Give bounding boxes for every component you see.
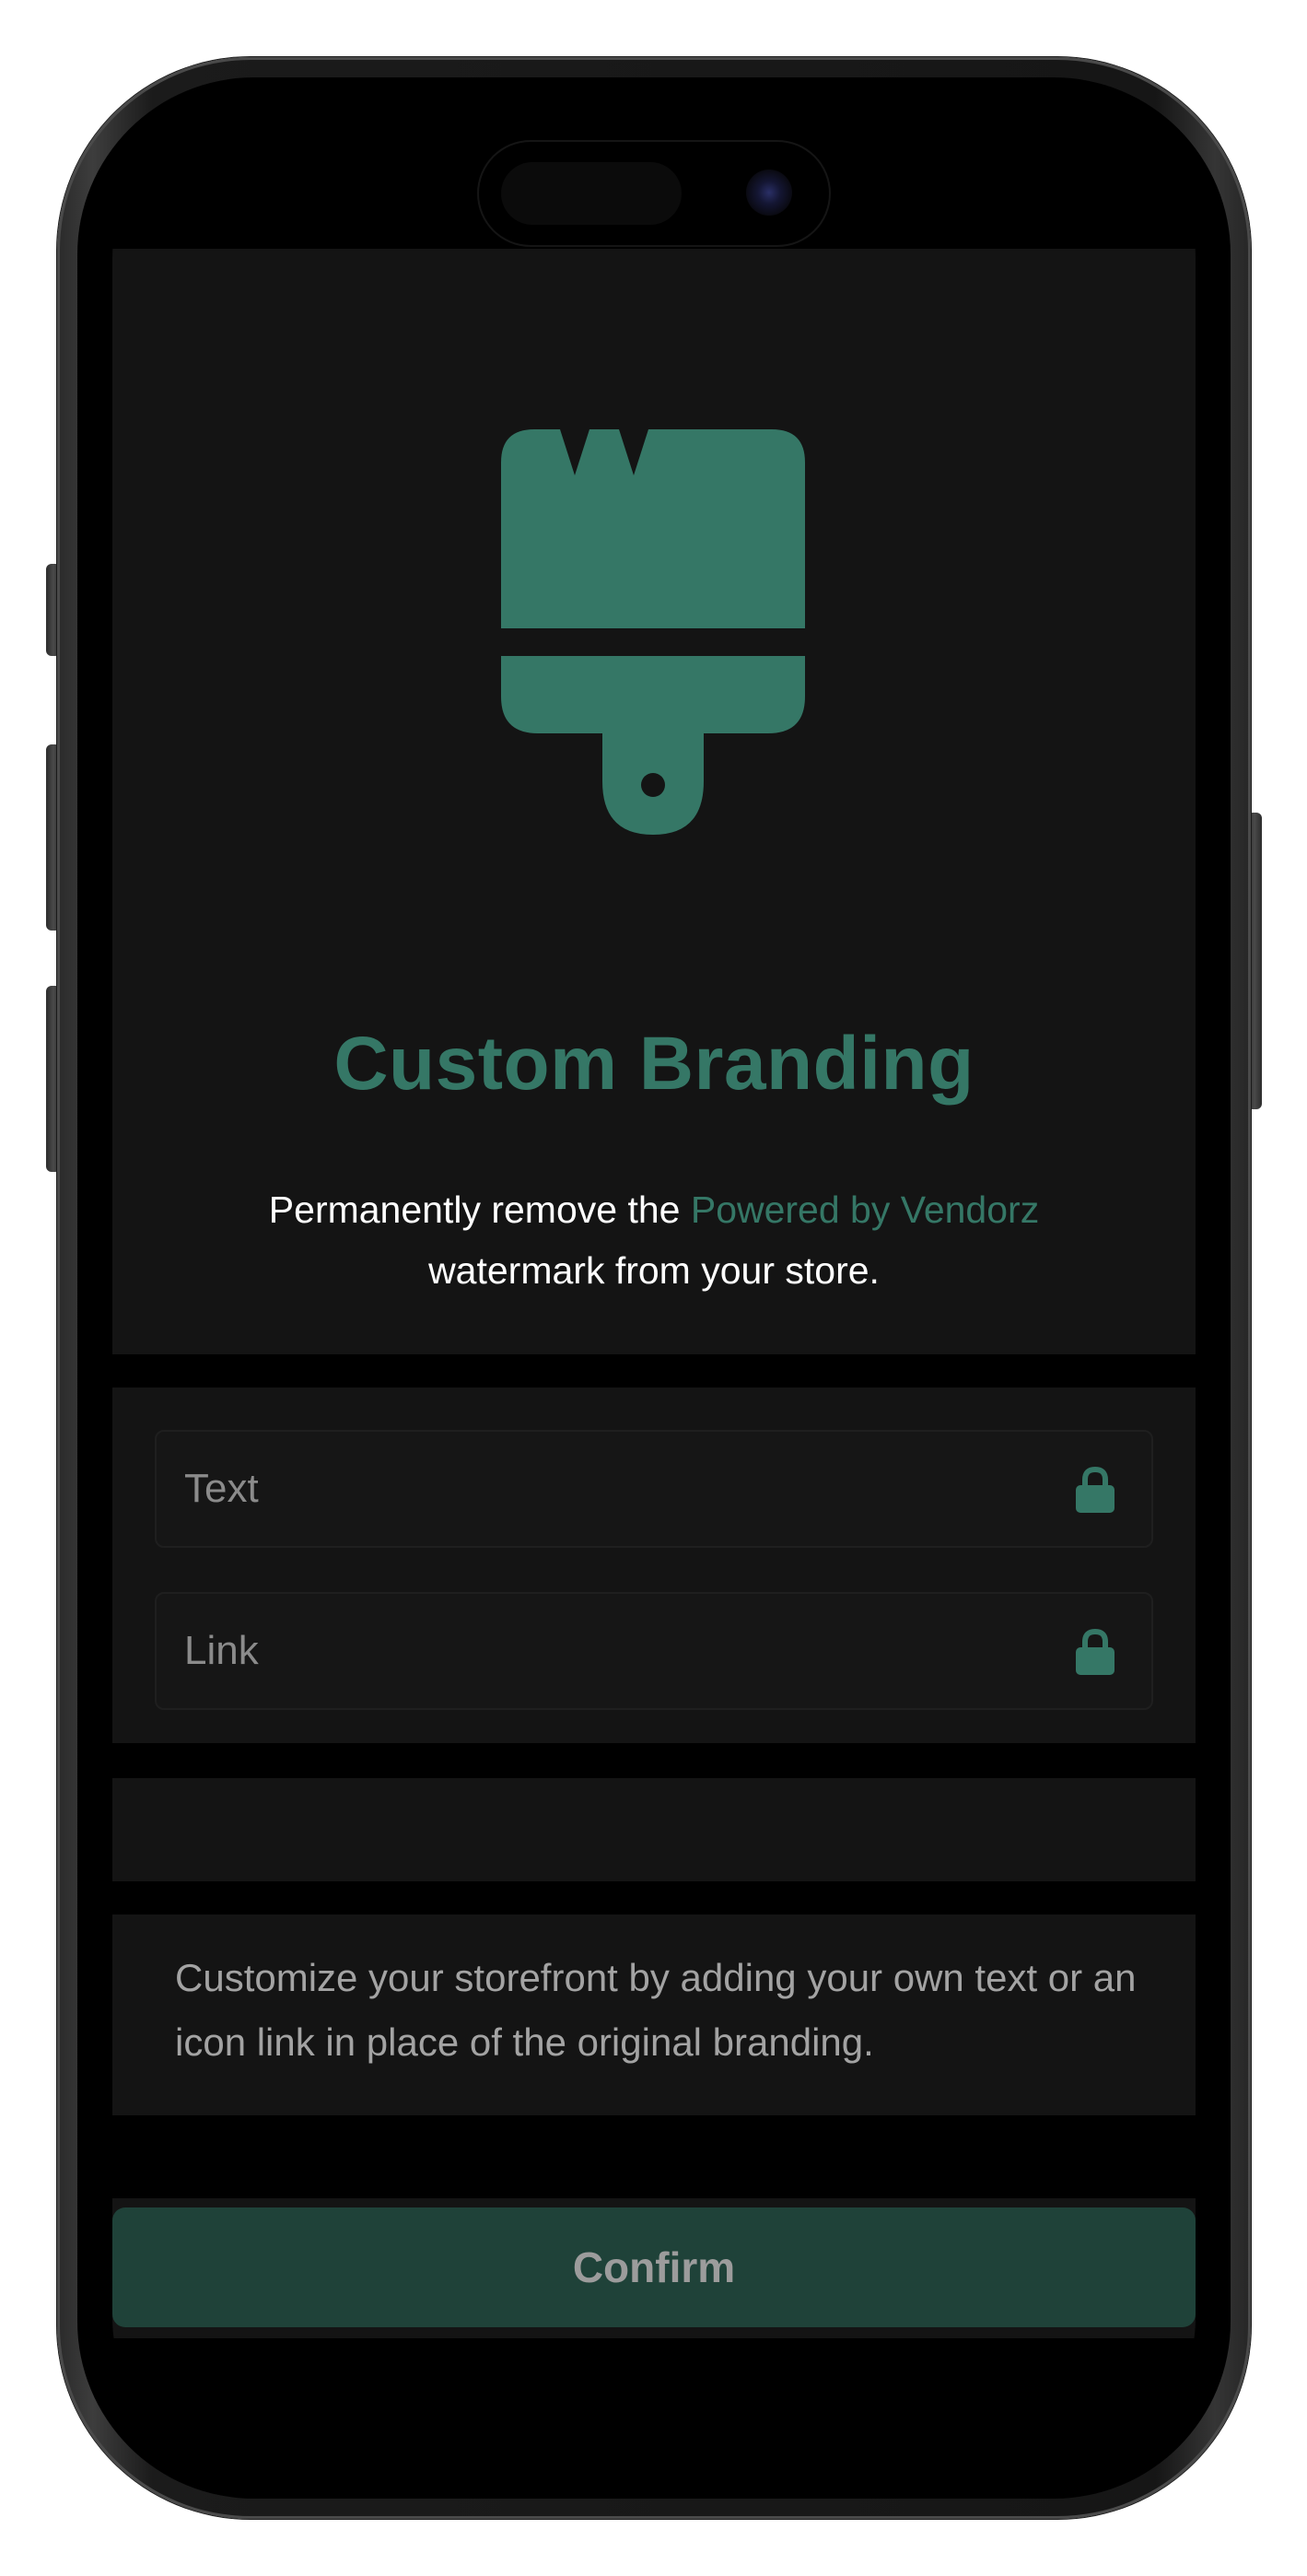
- brand-highlight: Powered by Vendorz: [690, 1188, 1040, 1231]
- description-text: Permanently remove the: [268, 1188, 691, 1231]
- info-card: Customize your storefront by adding your…: [112, 1914, 1196, 2115]
- description-text-end: watermark from your store.: [428, 1249, 880, 1292]
- paintbrush-icon: [501, 429, 805, 835]
- text-input[interactable]: [157, 1432, 1151, 1546]
- front-camera-icon: [746, 170, 792, 216]
- info-text: Customize your storefront by adding your…: [175, 1956, 1137, 2064]
- phone-screen: Custom Branding Permanently remove the P…: [112, 111, 1196, 2465]
- branding-fields-card: [112, 1388, 1196, 1743]
- confirm-button[interactable]: Confirm: [112, 2207, 1196, 2327]
- feature-description: Permanently remove the Powered by Vendor…: [112, 1179, 1196, 1301]
- device-mockup: Custom Branding Permanently remove the P…: [0, 0, 1307, 2576]
- dynamic-island: [479, 142, 829, 245]
- preview-card: [112, 1778, 1196, 1881]
- island-sensor: [501, 162, 682, 225]
- lock-icon: [1076, 1467, 1114, 1513]
- lock-icon: [1076, 1629, 1114, 1675]
- page-title: Custom Branding: [333, 1022, 974, 1106]
- link-field: [155, 1592, 1153, 1710]
- text-field: [155, 1430, 1153, 1548]
- custom-branding-screen: Custom Branding Permanently remove the P…: [112, 249, 1196, 2465]
- link-input[interactable]: [157, 1594, 1151, 1708]
- confirm-bar: Confirm: [112, 2198, 1196, 2338]
- feature-hero: Custom Branding Permanently remove the P…: [112, 249, 1196, 1354]
